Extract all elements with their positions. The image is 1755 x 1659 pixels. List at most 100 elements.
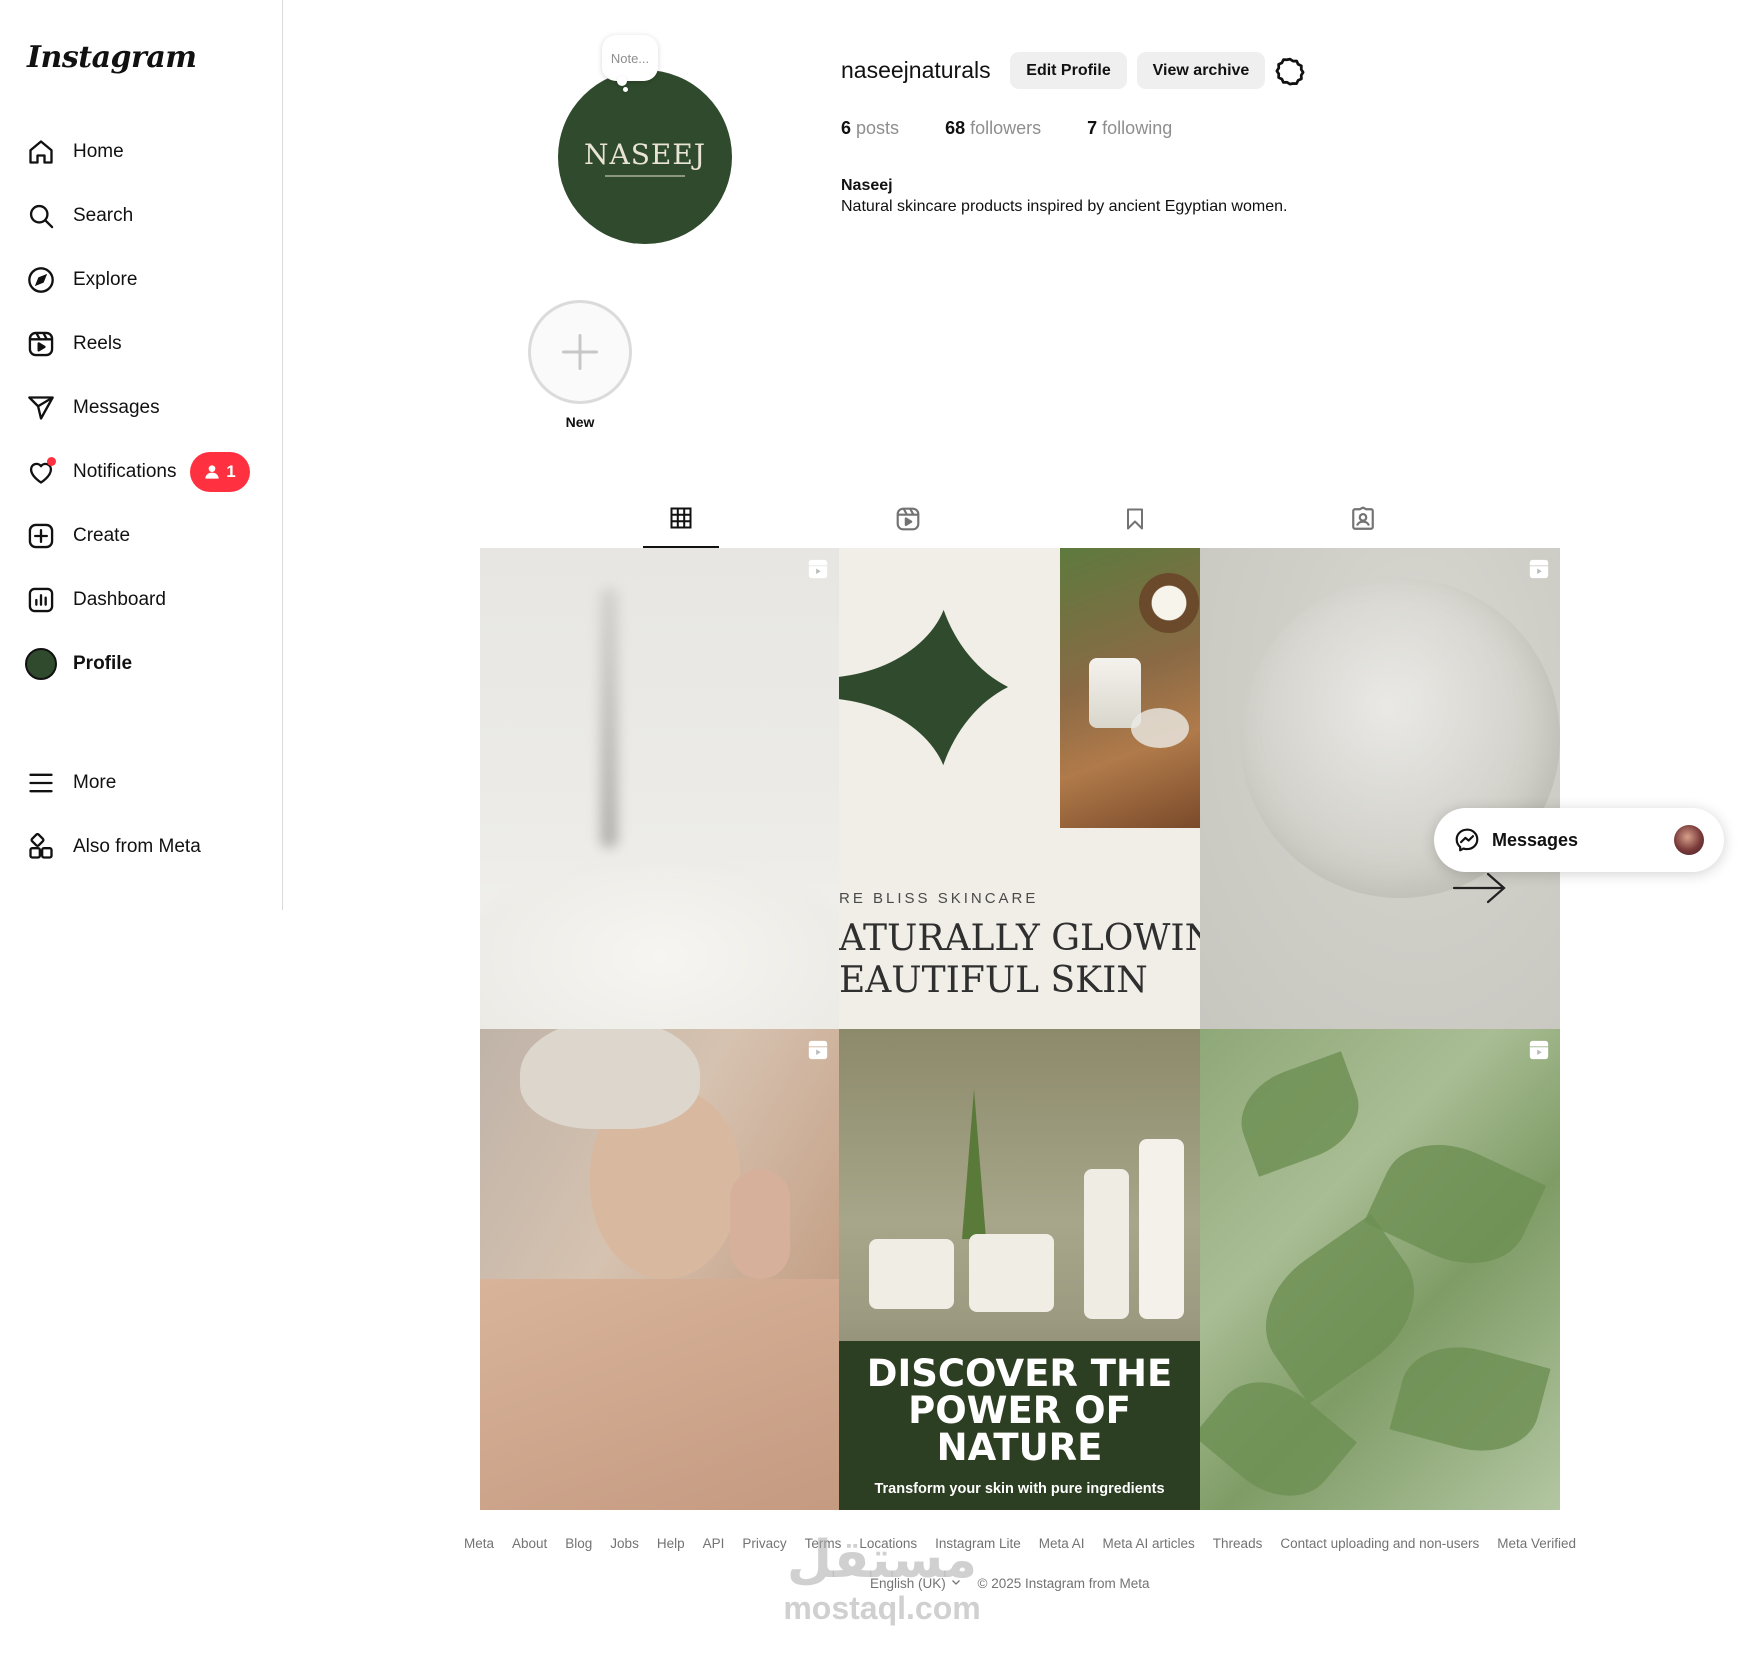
post-image-glass bbox=[1131, 708, 1189, 748]
footer-link[interactable]: Contact uploading and non-users bbox=[1280, 1536, 1479, 1551]
post-heading-line: EAUTIFUL SKIN bbox=[839, 960, 1148, 1001]
tagged-user-icon bbox=[1352, 506, 1374, 530]
notification-badge[interactable]: 1 bbox=[190, 452, 250, 492]
post-banner-title-line: POWER OF bbox=[908, 1389, 1131, 1432]
bookmark-icon bbox=[1127, 508, 1143, 530]
sidebar-item-label: Notifications bbox=[73, 461, 177, 482]
post-tile[interactable] bbox=[1200, 548, 1560, 1029]
post-tile[interactable]: RE BLISS SKINCARE ATURALLY GLOWIN EAUTIF… bbox=[839, 548, 1200, 1029]
post-image-jar bbox=[1089, 658, 1141, 728]
compass-icon bbox=[24, 263, 58, 297]
post-subtitle: RE BLISS SKINCARE bbox=[839, 890, 1039, 907]
following-stat[interactable]: 7 following bbox=[1087, 118, 1172, 139]
sidebar-item-home[interactable]: Home bbox=[24, 128, 264, 176]
instagram-logo[interactable]: Instagram bbox=[27, 40, 197, 75]
reel-badge-icon bbox=[1529, 1040, 1549, 1060]
sidebar-item-search[interactable]: Search bbox=[24, 192, 264, 240]
edit-profile-button[interactable]: Edit Profile bbox=[1010, 52, 1127, 89]
profile-username: naseejnaturals bbox=[841, 57, 991, 83]
menu-icon bbox=[24, 766, 58, 800]
apps-icon bbox=[24, 830, 58, 864]
messages-floating-label: Messages bbox=[1492, 829, 1579, 850]
person-icon bbox=[205, 465, 219, 479]
messages-floating-button[interactable]: Messages bbox=[1434, 808, 1724, 872]
footer-link[interactable]: Locations bbox=[859, 1536, 917, 1551]
sidebar-item-create[interactable]: Create bbox=[24, 512, 264, 560]
tab-reels[interactable] bbox=[870, 490, 946, 548]
post-image-hand bbox=[730, 1169, 790, 1279]
sidebar-item-messages[interactable]: Messages bbox=[24, 384, 264, 432]
profile-tabs bbox=[480, 490, 1560, 548]
footer-links: Meta About Blog Jobs Help API Privacy Te… bbox=[450, 1536, 1590, 1551]
language-selector[interactable]: English (UK) bbox=[870, 1576, 962, 1591]
heart-icon bbox=[24, 455, 58, 489]
footer-link[interactable]: About bbox=[512, 1536, 547, 1551]
reels-icon bbox=[24, 327, 58, 361]
sidebar-item-profile[interactable]: Profile bbox=[24, 640, 264, 688]
settings-gear-icon[interactable] bbox=[1275, 56, 1305, 86]
notification-count: 1 bbox=[226, 462, 236, 481]
post-image-coconut bbox=[1139, 573, 1199, 633]
posts-grid: RE BLISS SKINCARE ATURALLY GLOWIN EAUTIF… bbox=[480, 548, 1560, 1510]
footer-link[interactable]: Meta Verified bbox=[1497, 1536, 1576, 1551]
post-image-bottle bbox=[1139, 1139, 1184, 1319]
post-image-aloe bbox=[962, 1089, 986, 1239]
footer-link[interactable]: Meta bbox=[464, 1536, 494, 1551]
sidebar-item-dashboard[interactable]: Dashboard bbox=[24, 576, 264, 624]
post-image-leaf bbox=[1389, 1332, 1551, 1466]
sidebar-item-reels[interactable]: Reels bbox=[24, 320, 264, 368]
sidebar-item-label: Dashboard bbox=[73, 589, 166, 610]
sidebar-item-label: Explore bbox=[73, 269, 138, 290]
sidebar-item-label: Profile bbox=[73, 653, 133, 674]
footer-link[interactable]: Jobs bbox=[610, 1536, 639, 1551]
sidebar-item-label: Search bbox=[73, 205, 134, 226]
note-bubble-tail-small bbox=[623, 87, 628, 92]
post-image-towel bbox=[520, 1029, 700, 1129]
sidebar-item-label: Also from Meta bbox=[73, 836, 201, 857]
followers-stat[interactable]: 68 followers bbox=[945, 118, 1041, 139]
sidebar-item-notifications[interactable]: Notifications 1 bbox=[24, 448, 264, 496]
posts-label: posts bbox=[856, 118, 900, 138]
reel-badge-icon bbox=[1529, 559, 1549, 579]
post-image-dropper bbox=[600, 588, 618, 848]
post-tile[interactable] bbox=[1200, 1029, 1560, 1510]
reel-badge-icon bbox=[808, 559, 828, 579]
footer-link[interactable]: Blog bbox=[565, 1536, 592, 1551]
footer-link[interactable]: Threads bbox=[1213, 1536, 1263, 1551]
avatar bbox=[25, 648, 57, 680]
footer-link[interactable]: Instagram Lite bbox=[935, 1536, 1021, 1551]
home-icon bbox=[24, 135, 58, 169]
footer-link[interactable]: Privacy bbox=[742, 1536, 786, 1551]
notification-dot bbox=[47, 457, 56, 466]
tab-posts[interactable] bbox=[643, 490, 719, 548]
chevron-down-icon bbox=[951, 1580, 960, 1585]
arrow-right-icon bbox=[1452, 872, 1506, 904]
view-archive-button[interactable]: View archive bbox=[1137, 52, 1265, 89]
profile-avatar[interactable]: NASEEJ bbox=[558, 70, 732, 244]
followers-count: 68 bbox=[945, 118, 966, 138]
post-tile[interactable] bbox=[480, 548, 839, 1029]
footer-link[interactable]: Help bbox=[657, 1536, 685, 1551]
footer-link[interactable]: Meta AI articles bbox=[1103, 1536, 1195, 1551]
profile-bio: Natural skincare products inspired by an… bbox=[841, 198, 1288, 215]
sidebar-item-label: More bbox=[73, 772, 117, 793]
post-banner-title: DISCOVER THE POWER OF NATURE bbox=[839, 1355, 1200, 1466]
post-image-jar bbox=[869, 1239, 954, 1309]
search-icon bbox=[24, 199, 58, 233]
reels-icon bbox=[896, 507, 920, 531]
sidebar-item-label: Create bbox=[73, 525, 131, 546]
tab-saved[interactable] bbox=[1097, 490, 1173, 548]
footer-link[interactable]: Meta AI bbox=[1039, 1536, 1085, 1551]
footer-link[interactable]: API bbox=[703, 1536, 725, 1551]
tab-tagged[interactable] bbox=[1325, 490, 1401, 548]
language-label: English (UK) bbox=[870, 1576, 946, 1591]
footer-link[interactable]: Terms bbox=[805, 1536, 842, 1551]
sidebar-item-also-from-meta[interactable]: Also from Meta bbox=[24, 823, 264, 871]
new-highlight-button[interactable] bbox=[528, 300, 632, 404]
note-bubble[interactable]: Note... bbox=[602, 35, 658, 81]
sidebar-item-explore[interactable]: Explore bbox=[24, 256, 264, 304]
post-tile[interactable]: DISCOVER THE POWER OF NATURE Transform y… bbox=[839, 1029, 1200, 1510]
sidebar: Instagram Home Search Explore Reels Mess… bbox=[0, 0, 283, 910]
post-tile[interactable] bbox=[480, 1029, 839, 1510]
sidebar-item-more[interactable]: More bbox=[24, 759, 264, 807]
